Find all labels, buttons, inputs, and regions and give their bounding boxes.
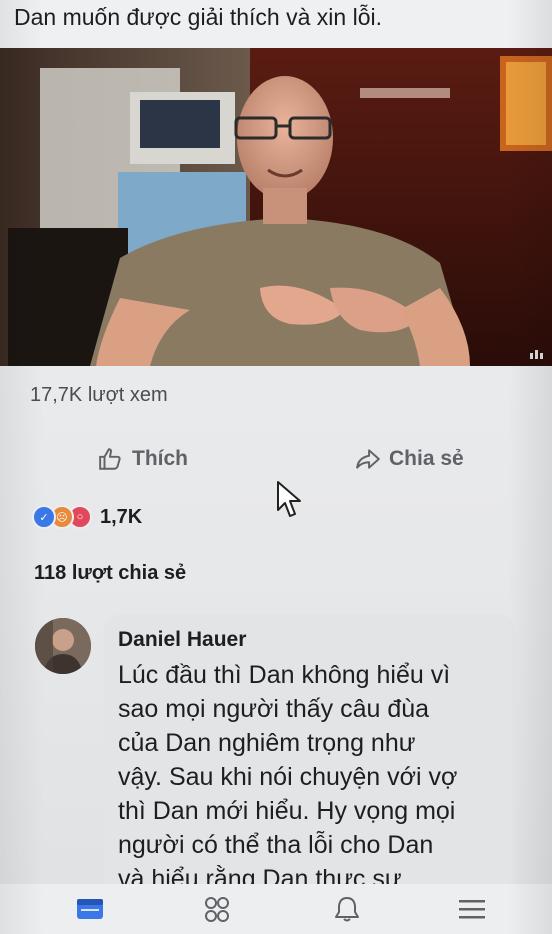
video-frame-image (0, 48, 552, 366)
reaction-count: 1,7K (100, 505, 143, 528)
share-arrow-icon (356, 449, 380, 469)
share-label: Chia sẻ (389, 447, 464, 470)
tab-news-feed[interactable] (73, 894, 107, 924)
friends-icon (205, 897, 229, 922)
share-button[interactable]: Chia sẻ (355, 444, 464, 474)
commenter-photo (35, 618, 91, 674)
video-player[interactable] (0, 48, 552, 366)
menu-icon (459, 900, 485, 919)
reactions-summary[interactable]: ✓ ☹ ○ 1,7K (32, 505, 142, 529)
post-caption: Dan muốn được giải thích và xin lỗi. (0, 0, 552, 48)
thumbs-up-icon (99, 448, 121, 470)
like-button[interactable]: Thích (98, 444, 188, 474)
comment-line: của Dan nghiêm trọng như (118, 729, 416, 757)
comment-line: người có thể tha lỗi cho Dan (118, 831, 434, 859)
like-icon: ✓ (32, 505, 56, 529)
comment-line: thì Dan mới hiểu. Hy vọng mọi (118, 797, 456, 825)
comment-author[interactable]: Daniel Hauer (118, 628, 246, 652)
tab-notifications[interactable] (330, 894, 364, 924)
bottom-tab-bar (0, 884, 552, 934)
view-count: 17,7K lượt xem (30, 384, 168, 406)
bell-icon (335, 897, 359, 922)
comment-line: sao mọi người thấy câu đùa (118, 695, 430, 723)
share-count[interactable]: 118 lượt chia sẻ (34, 562, 186, 585)
comment-body: Lúc đầu thì Dan không hiểu vì sao mọi ng… (118, 658, 518, 896)
comment-line: vậy. Sau khi nói chuyện với vợ (118, 763, 458, 791)
tab-friends[interactable] (200, 894, 234, 924)
news-feed-icon (77, 899, 103, 919)
mouse-pointer-icon (277, 481, 301, 517)
avatar[interactable] (35, 618, 91, 674)
tab-menu[interactable] (455, 894, 489, 924)
comment-line: Lúc đầu thì Dan không hiểu vì (118, 661, 451, 689)
like-label: Thích (132, 447, 188, 470)
facebook-post-screen: Dan muốn được giải thích và xin lỗi. 17,… (0, 0, 552, 934)
